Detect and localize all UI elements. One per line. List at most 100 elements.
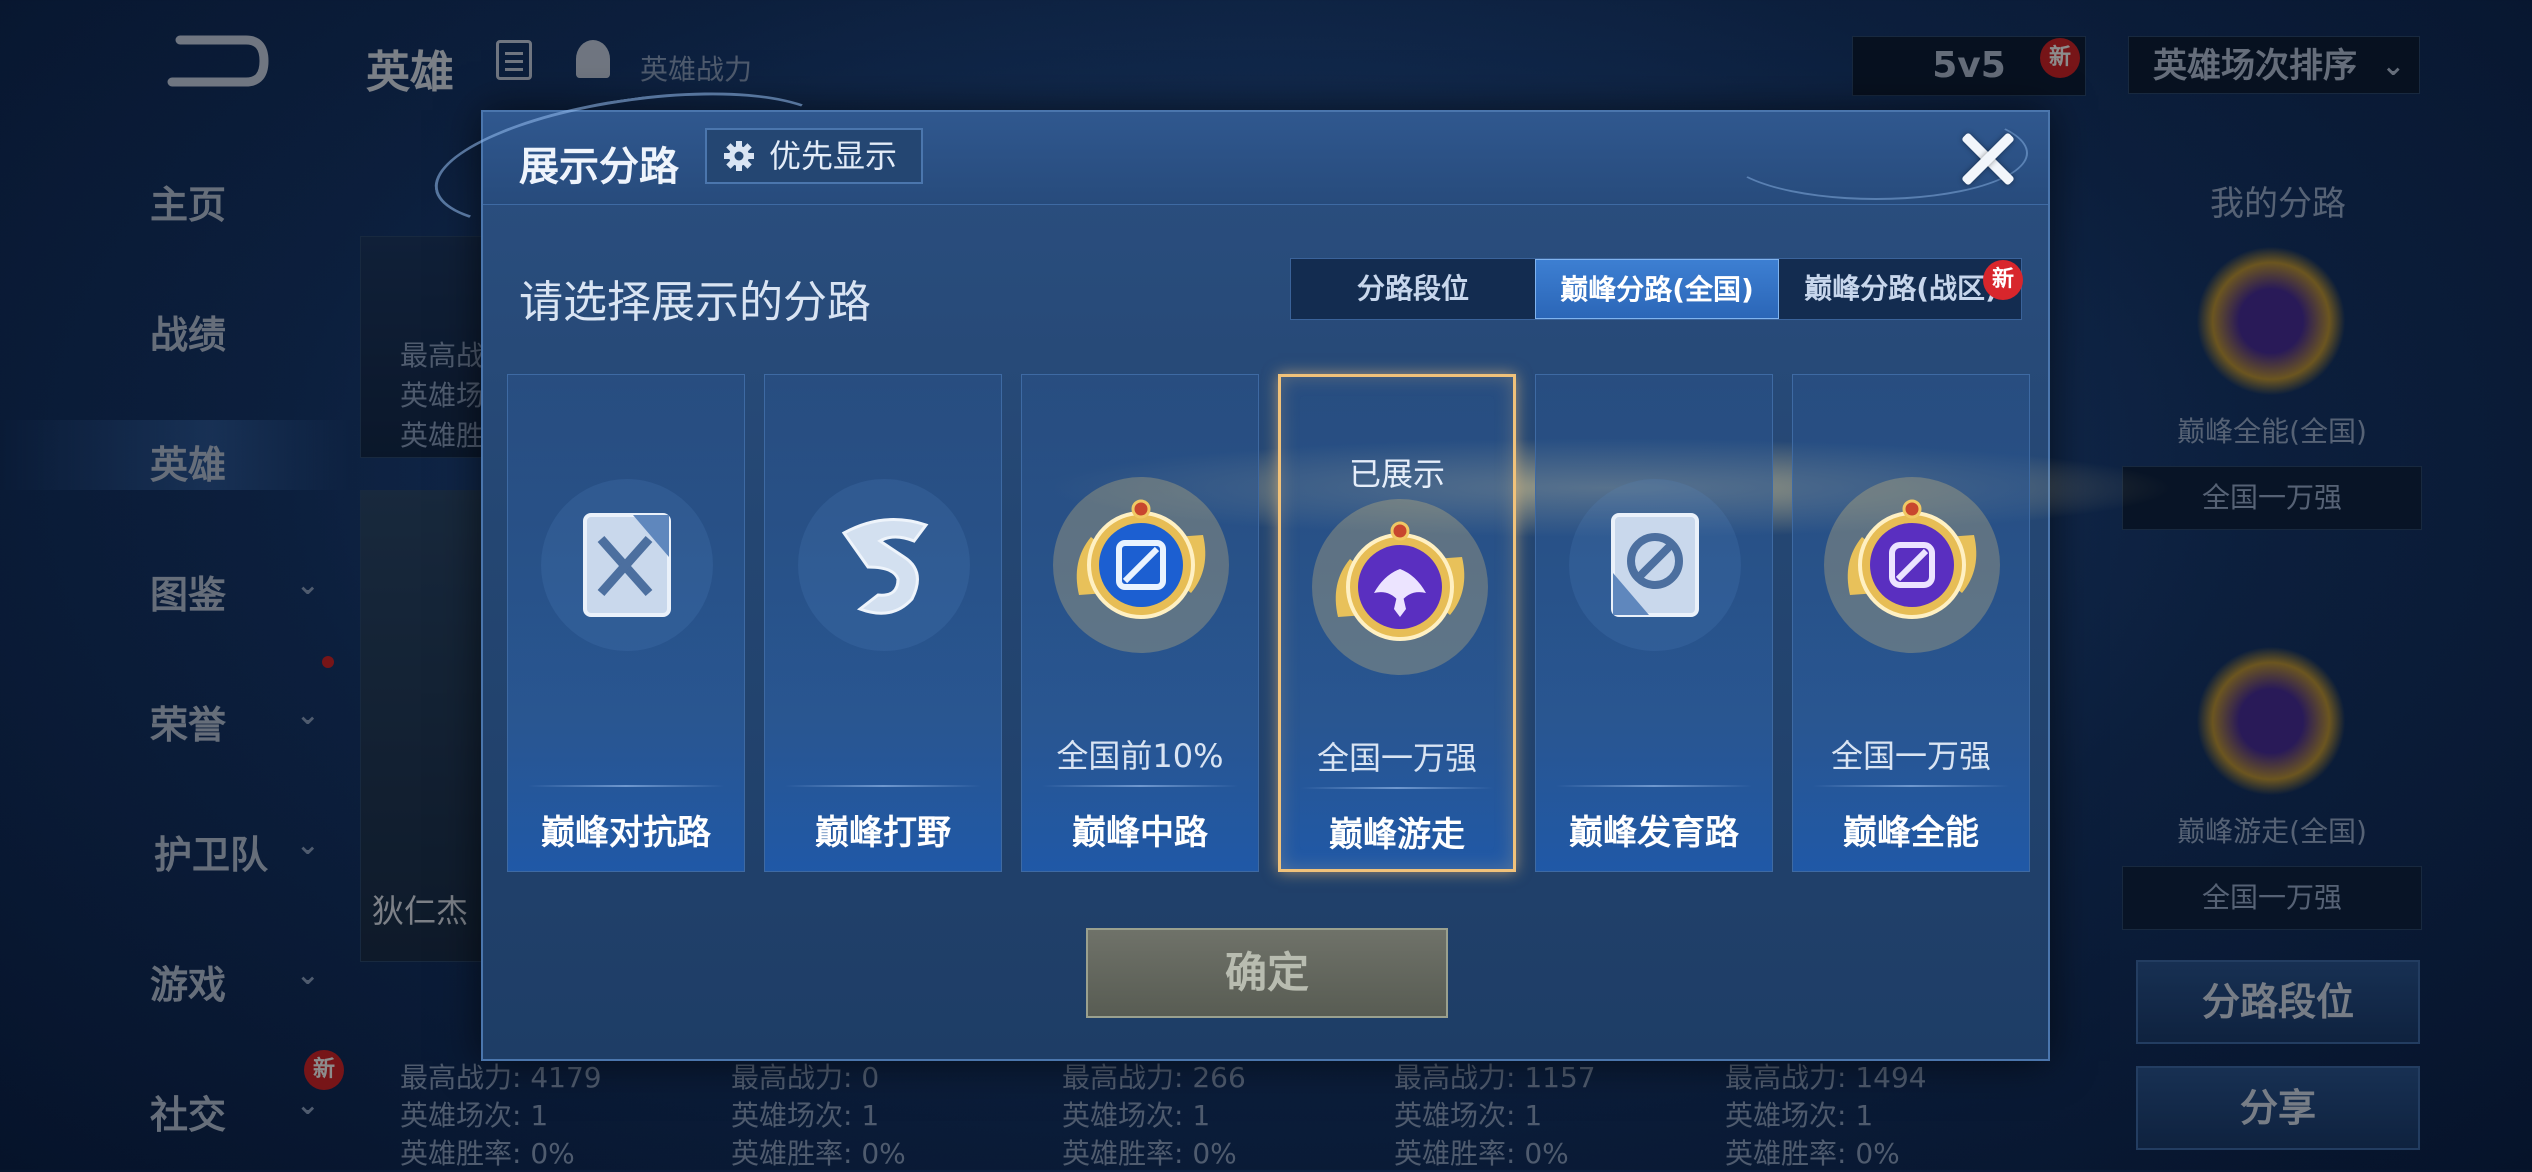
sidebar-item-hero[interactable]: 英雄 — [0, 420, 350, 490]
tab-peak-national[interactable]: 巅峰分路(全国) — [1535, 259, 1779, 319]
stat-line: 最高战力: 266 — [1062, 1061, 1246, 1094]
close-icon[interactable] — [1951, 122, 2025, 196]
stat-line: 英雄场 — [400, 379, 485, 412]
chevron-down-icon: ⌄ — [296, 568, 320, 601]
hero-name: 狄仁杰 — [372, 892, 469, 930]
all-round-icon — [1822, 475, 2002, 655]
new-badge: 新 — [2040, 38, 2080, 78]
stat-line: 英雄胜率: 0% — [1062, 1137, 1237, 1170]
lane-name: 巅峰全能 — [1843, 813, 1979, 853]
stat-line: 最高战力: 1157 — [1394, 1061, 1596, 1094]
lane-card-support[interactable]: 已展示 全国一万强 巅峰游走 — [1278, 374, 1516, 872]
list-icon[interactable] — [496, 40, 532, 80]
new-badge: 新 — [1983, 260, 2023, 300]
lane-card-jungle[interactable]: 巅峰打野 — [764, 374, 1002, 872]
sidebar-item-gallery[interactable]: 图鉴 ⌄ — [0, 550, 350, 620]
lane-rank: 全国一万强 — [1830, 737, 1991, 775]
lane-card-all-round[interactable]: 全国一万强 巅峰全能 — [1792, 374, 2030, 872]
confirm-button[interactable]: 确定 — [1086, 928, 1448, 1018]
sidebar-item-guard[interactable]: 护卫队 ⌄ — [0, 810, 350, 880]
display-lane-dialog: 展示分路 优先显示 请选择展示的分路 分路段位 巅峰分路(全国) 巅峰分路(战区… — [426, 70, 2177, 1061]
sidebar-item-label: 图鉴 — [150, 573, 227, 617]
chevron-down-icon: ⌄ — [296, 1088, 320, 1121]
lane-slot-name: 巅峰全能(全国) — [2177, 415, 2367, 448]
lane-rank: 全国前10% — [1056, 737, 1224, 775]
chevron-down-icon: ⌄ — [296, 828, 320, 861]
lane-name: 巅峰打野 — [815, 813, 951, 853]
chevron-down-icon: ⌄ — [296, 958, 320, 991]
select-prompt: 请选择展示的分路 — [519, 277, 871, 328]
sword-cross-icon — [537, 475, 717, 655]
stat-line: 最高战 — [400, 339, 485, 372]
lane-name: 巅峰发育路 — [1569, 813, 1739, 853]
stat-line: 英雄场次: 1 — [1725, 1099, 1874, 1132]
sidebar-item-record[interactable]: 战绩 — [0, 290, 350, 360]
sidebar-item-label: 荣誉 — [150, 703, 227, 747]
lane-list: 巅峰对抗路 巅峰打野 全国前10% 巅峰中路 已展示 全国一万强 巅峰游走 巅峰… — [507, 374, 2177, 874]
sidebar-item-label: 护卫队 — [154, 833, 269, 877]
chevron-down-icon: ⌄ — [296, 698, 320, 731]
lane-card-top[interactable]: 巅峰对抗路 — [507, 374, 745, 872]
lane-name: 巅峰对抗路 — [541, 813, 711, 853]
divider — [1556, 785, 1752, 787]
marksman-icon — [1565, 475, 1745, 655]
sidebar-item-label: 游戏 — [150, 963, 227, 1007]
stat-line: 英雄场次: 1 — [400, 1099, 549, 1132]
stat-line: 英雄胜率: 0% — [1394, 1137, 1569, 1170]
stat-line: 最高战力: 0 — [731, 1061, 880, 1094]
stat-line: 英雄胜率: 0% — [400, 1137, 575, 1170]
dialog-title: 展示分路 — [519, 144, 679, 190]
notification-dot — [322, 656, 334, 668]
gear-icon — [724, 141, 754, 171]
divider — [528, 785, 724, 787]
stat-line: 最高战力: 4179 — [400, 1061, 602, 1094]
hero-power-label[interactable]: 英雄战力 — [640, 48, 752, 88]
lane-card-mid[interactable]: 全国前10% 巅峰中路 — [1021, 374, 1259, 872]
divider — [785, 785, 981, 787]
lane-name: 巅峰游走 — [1329, 815, 1465, 855]
sidebar-item-label: 社交 — [150, 1093, 227, 1137]
all-round-icon — [2196, 246, 2346, 396]
mid-lane-icon — [1051, 475, 1231, 655]
lane-slot-name: 巅峰游走(全国) — [2177, 815, 2367, 848]
stat-line: 英雄胜率: 0% — [1725, 1137, 1900, 1170]
lane-card-adc[interactable]: 巅峰发育路 — [1535, 374, 1773, 872]
sidebar-item-label: 主页 — [150, 183, 227, 227]
back-icon[interactable] — [160, 34, 270, 88]
lane-rank-button[interactable]: 分路段位 — [2136, 960, 2420, 1044]
sidebar-item-game[interactable]: 游戏 ⌄ — [0, 940, 350, 1010]
new-badge: 新 — [304, 1050, 344, 1090]
my-lanes-title: 我的分路 — [2210, 184, 2346, 224]
helmet-icon — [576, 40, 610, 78]
stat-line: 英雄胜 — [400, 419, 485, 452]
divider — [1042, 785, 1238, 787]
sort-dropdown[interactable]: 英雄场次排序 ⌄ — [2128, 36, 2420, 94]
sidebar-item-social[interactable]: 社交 ⌄ — [0, 1070, 350, 1140]
dialog-header: 展示分路 优先显示 — [426, 70, 2048, 252]
priority-display-button[interactable]: 优先显示 — [705, 128, 923, 184]
stat-line: 英雄胜率: 0% — [731, 1137, 906, 1170]
lane-name: 巅峰中路 — [1072, 813, 1208, 853]
sort-label: 英雄场次排序 — [2153, 46, 2357, 86]
priority-display-label: 优先显示 — [769, 137, 898, 175]
sidebar-item-label: 战绩 — [150, 313, 227, 357]
sidebar-item-label: 英雄 — [150, 443, 227, 487]
stat-line: 英雄场次: 1 — [731, 1099, 880, 1132]
lane-slot-rank[interactable]: 全国一万强 — [2122, 466, 2422, 530]
stat-line: 英雄场次: 1 — [1062, 1099, 1211, 1132]
page-title: 英雄 — [366, 47, 454, 98]
sidebar-item-honor[interactable]: 荣誉 ⌄ — [0, 680, 350, 750]
chevron-down-icon: ⌄ — [2381, 49, 2405, 82]
support-wings-icon — [1310, 497, 1490, 677]
share-button[interactable]: 分享 — [2136, 1066, 2420, 1150]
divider — [1301, 787, 1493, 789]
dragon-icon — [794, 475, 974, 655]
lane-tab-bar: 分路段位 巅峰分路(全国) 巅峰分路(战区) — [1290, 258, 2022, 320]
sidebar-item-home[interactable]: 主页 — [0, 160, 350, 230]
lane-slot-rank[interactable]: 全国一万强 — [2122, 866, 2422, 930]
support-wings-icon — [2196, 646, 2346, 796]
tab-lane-rank[interactable]: 分路段位 — [1291, 259, 1535, 319]
stat-line: 英雄场次: 1 — [1394, 1099, 1543, 1132]
displayed-tag: 已展示 — [1348, 455, 1445, 493]
stat-line: 最高战力: 1494 — [1725, 1061, 1927, 1094]
